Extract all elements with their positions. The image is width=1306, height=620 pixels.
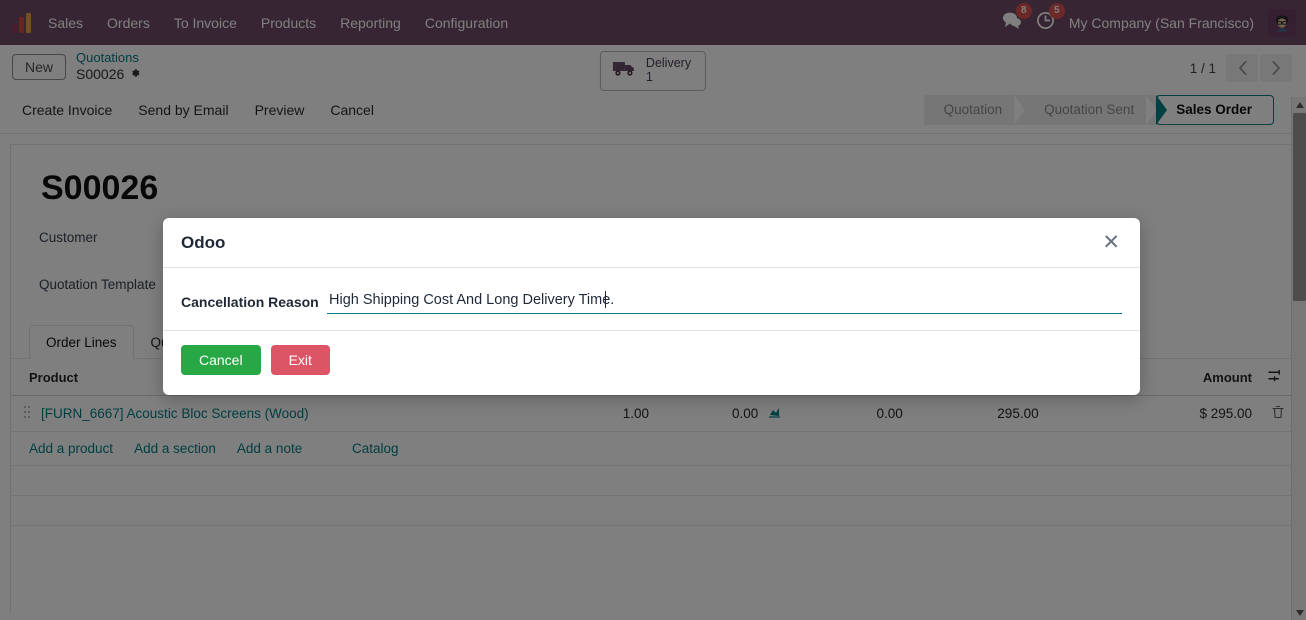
text-cursor <box>605 291 606 308</box>
cancellation-reason-dialog: Odoo ✕ Cancellation Reason Cancel Exit <box>163 218 1140 395</box>
cancellation-reason-input[interactable] <box>327 290 1122 314</box>
cancellation-reason-field: Cancellation Reason <box>181 290 1122 314</box>
dialog-cancel-button[interactable]: Cancel <box>181 345 261 375</box>
dialog-header: Odoo ✕ <box>163 218 1140 268</box>
cancellation-reason-label: Cancellation Reason <box>181 294 319 310</box>
close-icon[interactable]: ✕ <box>1100 232 1122 253</box>
dialog-title: Odoo <box>181 232 226 252</box>
dialog-body: Cancellation Reason <box>163 268 1140 330</box>
dialog-exit-button[interactable]: Exit <box>270 345 330 375</box>
dialog-footer: Cancel Exit <box>163 330 1140 395</box>
